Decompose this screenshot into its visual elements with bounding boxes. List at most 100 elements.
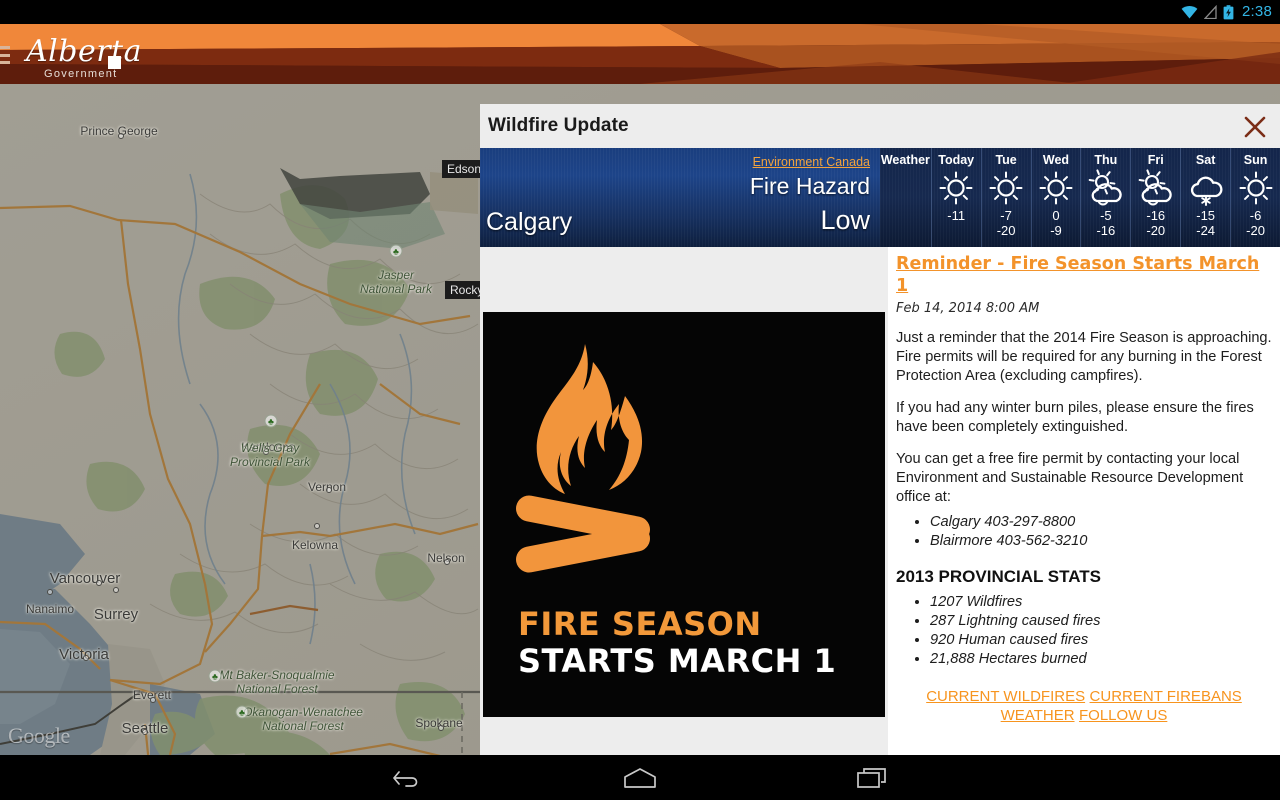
sunny-icon [1236, 168, 1276, 208]
map-park-marker: ♣ [235, 705, 249, 719]
map-city-marker [113, 587, 119, 593]
weather-low-temp: -16 [1096, 223, 1116, 238]
weather-high-temp: -16 [1146, 208, 1166, 223]
page-title: Wildfire Update [488, 115, 629, 136]
recents-icon[interactable] [846, 763, 898, 793]
map-city-label: Nanaimo [25, 602, 75, 616]
stats-heading: 2013 PROVINCIAL STATS [896, 567, 1101, 586]
weather-day-label: Sat [1195, 153, 1216, 167]
footer-links: CURRENT WILDFIRES CURRENT FIREBANS WEATH… [896, 687, 1272, 725]
map-city-marker [96, 580, 102, 586]
poster-pane: FIRE SEASON STARTS MARCH 1 [480, 247, 888, 755]
weather-low-temp: -24 [1196, 223, 1216, 238]
sunny-icon [1036, 168, 1076, 208]
sunny-icon [986, 168, 1026, 208]
weather-day-column[interactable]: Wed 0 -9 [1030, 148, 1081, 247]
weather-low-temp: -20 [1146, 223, 1166, 238]
footer-link[interactable]: CURRENT WILDFIRES [926, 688, 1085, 705]
map-city-label: Vancouver [49, 570, 121, 587]
hazard-weather-strip: Environment Canada Fire Hazard Low Calga… [480, 148, 1280, 247]
article-paragraph: Just a reminder that the 2014 Fire Seaso… [896, 330, 1272, 384]
footer-link[interactable]: CURRENT FIREBANS [1090, 688, 1242, 705]
weather-day-label: Sun [1243, 153, 1268, 167]
weather-high-temp: -5 [1100, 208, 1112, 223]
weather-day-column[interactable]: Thu -5 -16 [1080, 148, 1130, 247]
sunny-icon [936, 168, 976, 208]
map-city-marker [142, 729, 148, 735]
list-item: 21,888 Hectares burned [930, 650, 1272, 669]
map-park-marker: ♣ [264, 414, 278, 428]
app-window: Prince George Kamloops Vernon Kelowna Nelson… [0, 24, 1280, 755]
partly-cloudy-icon [1136, 168, 1176, 208]
map-park-label: Jasper National Park [359, 268, 433, 296]
map-city-marker [314, 523, 320, 529]
map-city-marker [326, 487, 332, 493]
weather-header-label: Weather [880, 153, 930, 167]
wifi-icon [1181, 5, 1198, 19]
article-paragraph: If you had any winter burn piles, please… [896, 400, 1254, 435]
weather-day-label: Today [938, 153, 975, 167]
weather-high-temp: 0 [1052, 208, 1060, 223]
fire-hazard-label: Fire Hazard [749, 173, 870, 199]
weather-high-temp: -11 [947, 208, 966, 223]
android-nav-bar [0, 755, 1280, 800]
hamburger-menu-icon[interactable] [0, 46, 10, 64]
weather-day-label: Thu [1094, 153, 1118, 167]
contact-list: Calgary 403-297-8800Blairmore 403-562-32… [930, 513, 1272, 551]
map-city-marker [438, 725, 444, 731]
map-city-marker [83, 655, 89, 661]
alberta-wordmark: Alberta [26, 34, 142, 69]
weather-high-temp: -7 [1000, 208, 1012, 223]
google-watermark: Google [8, 723, 70, 748]
map-park-label: Wells Gray Provincial Park [229, 441, 311, 469]
app-header-banner: Alberta Government [0, 24, 1280, 84]
footer-link[interactable]: FOLLOW US [1079, 707, 1167, 724]
back-icon[interactable] [382, 763, 434, 793]
weather-header-cell: Weather [880, 148, 931, 247]
map-city-label: Surrey [93, 606, 139, 623]
dialog-title-bar: Wildfire Update [480, 104, 1280, 148]
environment-canada-link[interactable]: Environment Canada [753, 155, 870, 169]
map-city-label: Kelowna [291, 538, 339, 552]
signal-icon [1204, 5, 1217, 19]
map-city-marker [444, 559, 450, 565]
weather-day-label: Fri [1147, 153, 1164, 167]
fire-season-poster: FIRE SEASON STARTS MARCH 1 [483, 312, 885, 717]
map-park-marker: ♣ [208, 669, 222, 683]
article-paragraph: You can get a free fire permit by contac… [896, 451, 1244, 505]
weather-day-column[interactable]: Sun -6 -20 [1230, 148, 1280, 247]
dialog-content: FIRE SEASON STARTS MARCH 1 Reminder - Fi… [480, 247, 1280, 755]
weather-day-column[interactable]: Sat -15 -24 [1180, 148, 1230, 247]
list-item: 920 Human caused fires [930, 631, 1272, 650]
footer-link[interactable]: WEATHER [1001, 707, 1075, 724]
campfire-icon [516, 344, 650, 573]
stats-list: 1207 Wildfires287 Lightning caused fires… [930, 593, 1272, 669]
map-city-marker [118, 133, 124, 139]
weather-forecast-panel[interactable]: Weather Today -11 Tue -7 -20 Wed 0 -9 Thu -5 -16 F… [880, 148, 1280, 247]
weather-low-temp: -20 [1246, 223, 1265, 238]
list-item: 1207 Wildfires [930, 593, 1272, 612]
poster-line-1: FIRE SEASON [518, 605, 762, 643]
weather-day-column[interactable]: Today -11 [930, 148, 981, 247]
close-icon[interactable] [1238, 110, 1272, 144]
weather-day-label: Tue [995, 153, 1017, 167]
weather-day-column[interactable]: Tue -7 -20 [980, 148, 1031, 247]
home-icon[interactable] [614, 763, 666, 793]
alberta-government-logo[interactable]: Alberta Government [12, 30, 232, 81]
wildfire-update-dialog: Wildfire Update Environment Canada Fire … [480, 104, 1280, 755]
map-park-label: Mt Baker-Snoqualmie National Forest [219, 668, 335, 696]
weather-day-label: Wed [1042, 153, 1070, 167]
list-item: 287 Lightning caused fires [930, 612, 1272, 631]
map-park-marker: ♣ [389, 244, 403, 258]
weather-high-temp: -6 [1249, 208, 1262, 223]
list-item: Blairmore 403-562-3210 [930, 532, 1272, 551]
map-city-marker [47, 589, 53, 595]
article-title-link[interactable]: Reminder - Fire Season Starts March 1 [896, 253, 1272, 297]
android-status-bar: 2:38 [0, 0, 1280, 24]
fire-hazard-panel: Environment Canada Fire Hazard Low Calga… [480, 148, 880, 247]
weather-day-column[interactable]: Fri -16 -20 [1130, 148, 1180, 247]
article-pane[interactable]: Reminder - Fire Season Starts March 1 Fe… [888, 247, 1280, 755]
fire-hazard-value: Low [820, 205, 870, 235]
weather-low-temp: -9 [1050, 223, 1062, 238]
status-bar-clock: 2:38 [1242, 3, 1272, 20]
